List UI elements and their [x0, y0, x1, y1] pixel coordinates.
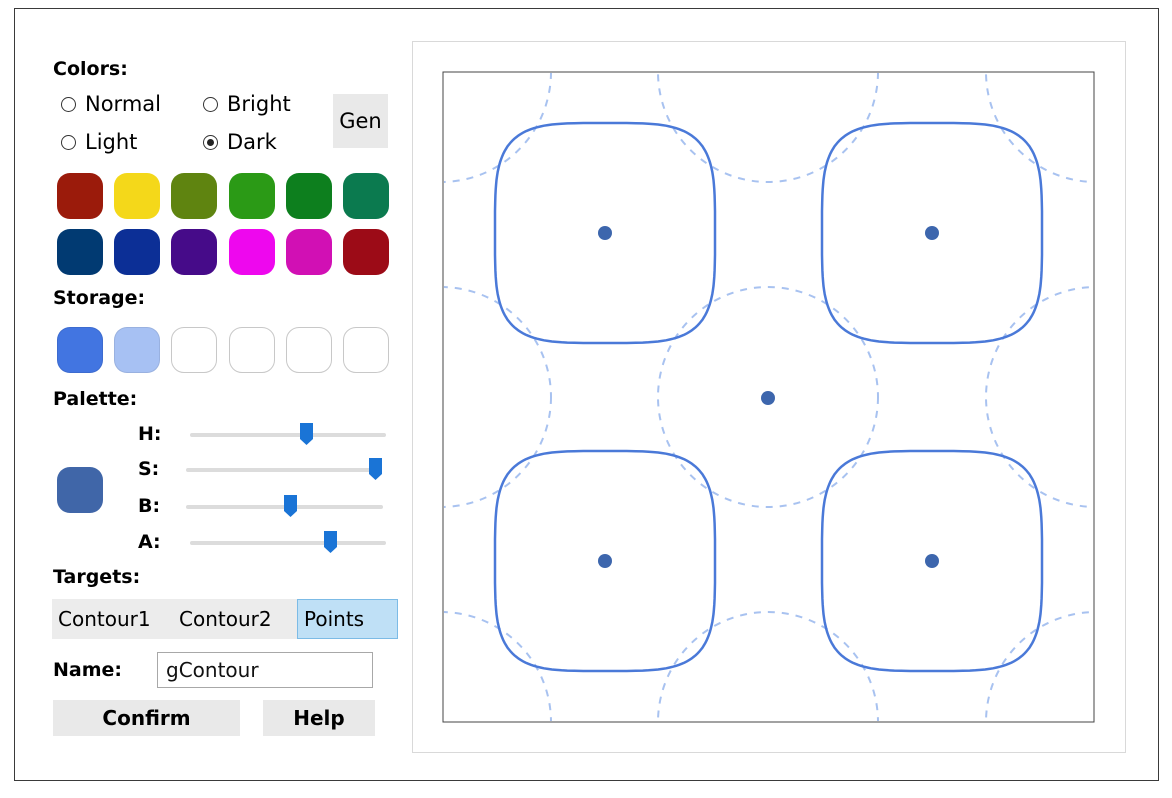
dashed-contour	[444, 73, 552, 183]
dashed-contour	[985, 286, 1093, 508]
contour-plot-canvas[interactable]	[0, 0, 1172, 798]
dashed-contour	[985, 611, 1093, 721]
data-point	[598, 554, 612, 568]
data-point	[598, 226, 612, 240]
dashed-contour	[985, 73, 1093, 183]
plot-content	[444, 73, 1093, 721]
data-point	[761, 391, 775, 405]
data-point	[925, 554, 939, 568]
data-point	[925, 226, 939, 240]
dashed-contour	[444, 611, 552, 721]
dashed-contour	[657, 611, 879, 721]
dashed-contour	[444, 286, 552, 508]
dashed-contour	[657, 73, 879, 183]
